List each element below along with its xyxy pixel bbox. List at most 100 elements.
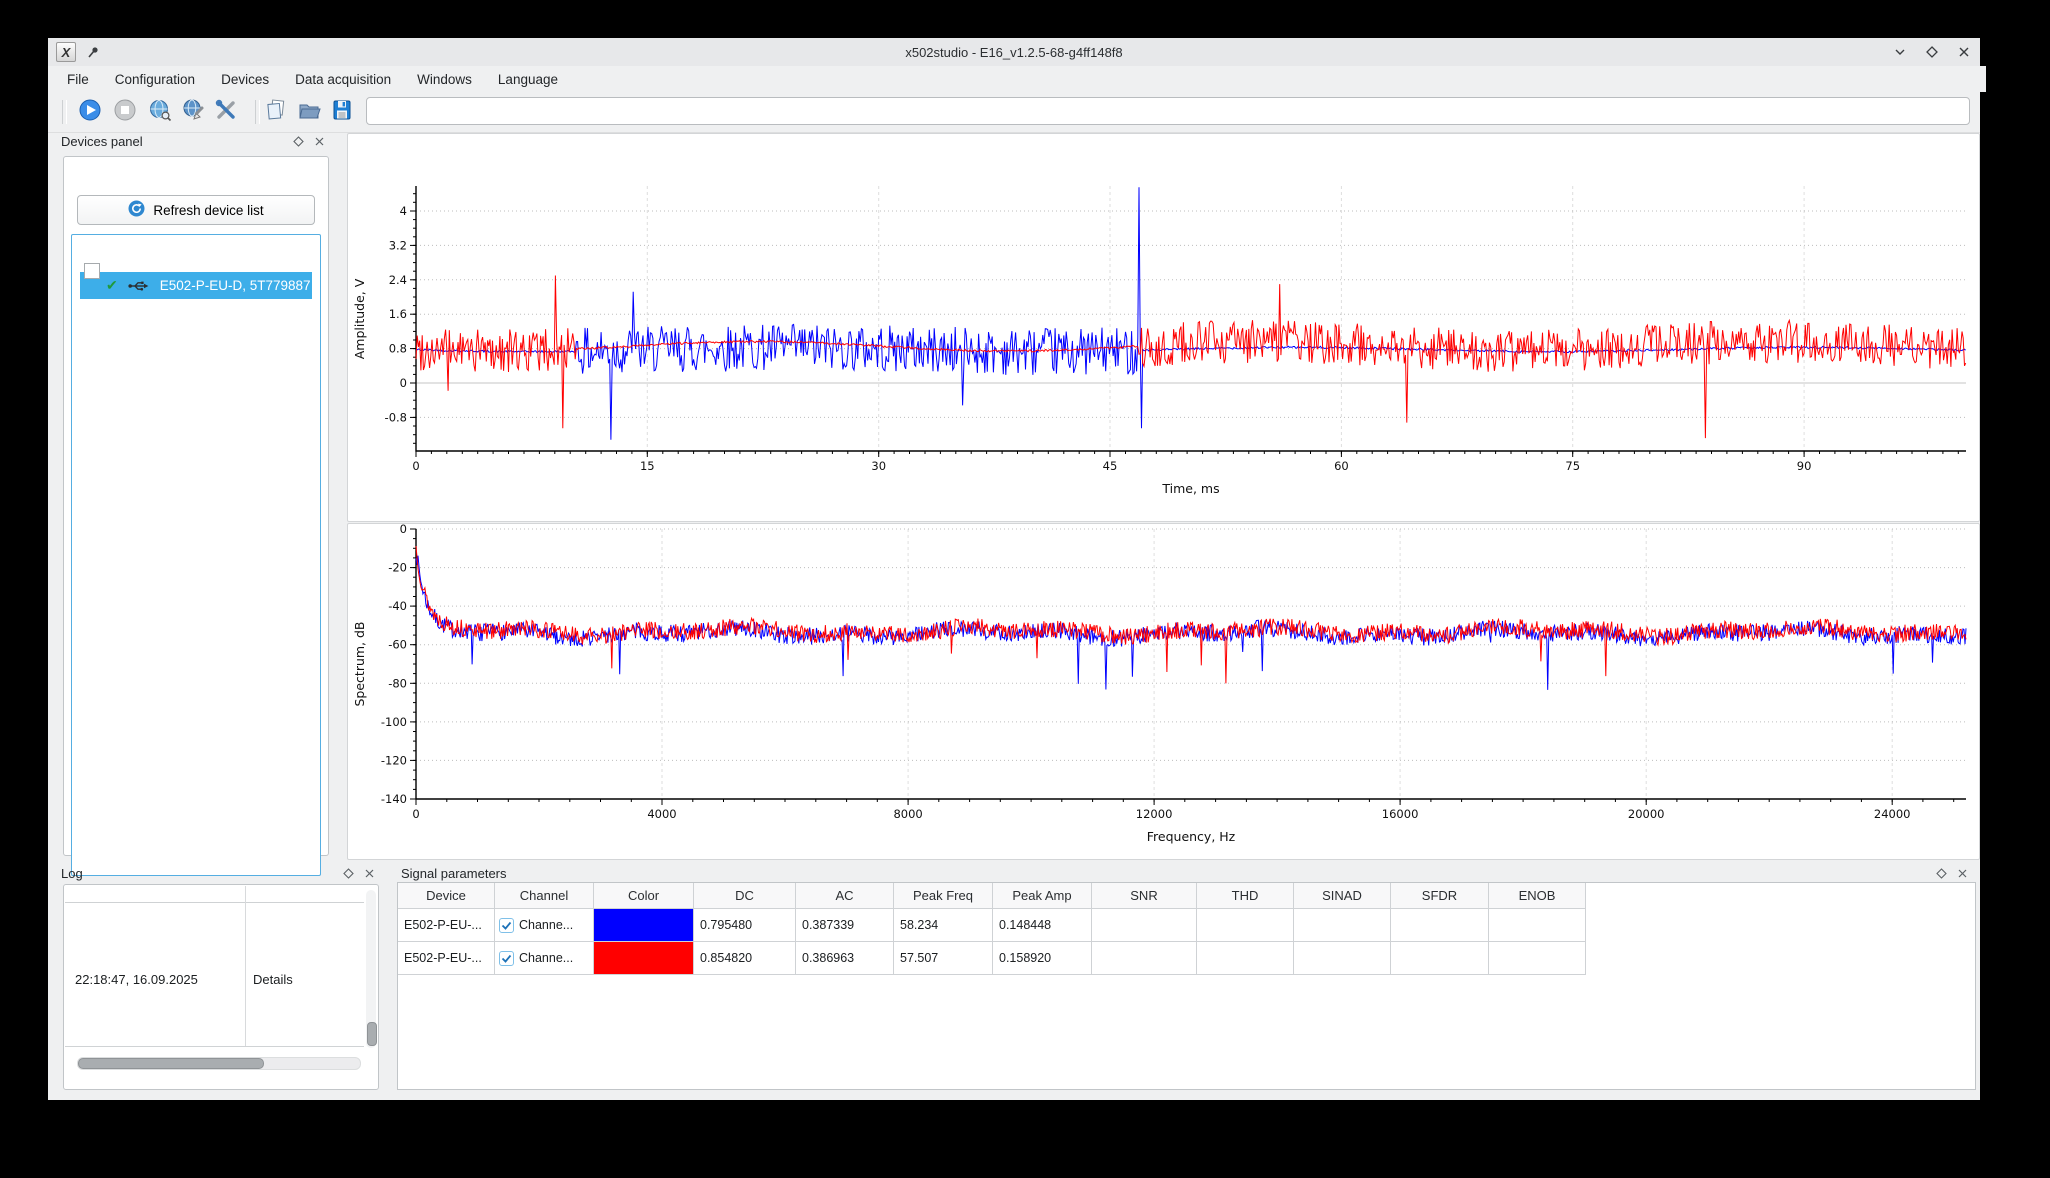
svg-text:-60: -60 (388, 638, 407, 652)
column-header-enob[interactable]: ENOB (1489, 883, 1586, 909)
menu-language[interactable]: Language (485, 68, 571, 91)
cell-color[interactable] (594, 942, 694, 975)
menu-data-acquisition[interactable]: Data acquisition (282, 68, 404, 91)
cell-thd (1197, 909, 1294, 942)
window-title: x502studio - E16_v1.2.5-68-g4ff148f8 (48, 45, 1980, 60)
column-header-ac[interactable]: AC (796, 883, 894, 909)
column-header-color[interactable]: Color (594, 883, 694, 909)
toolbar-handle[interactable] (62, 100, 67, 124)
svg-text:16000: 16000 (1382, 807, 1419, 821)
copy-button[interactable] (263, 99, 289, 125)
stop-button[interactable] (112, 99, 138, 125)
scrollbar-thumb[interactable] (367, 1022, 377, 1046)
column-header-dc[interactable]: DC (694, 883, 796, 909)
menu-devices[interactable]: Devices (208, 68, 282, 91)
cell-sinad (1294, 942, 1391, 975)
open-button[interactable] (296, 99, 322, 125)
cell-peak-freq: 58.234 (894, 909, 993, 942)
column-header-sfdr[interactable]: SFDR (1391, 883, 1489, 909)
float-panel-icon[interactable] (343, 868, 354, 879)
log-row-time[interactable]: 22:18:47, 16.09.2025 (75, 972, 198, 987)
devices-panel: Devices panel Refresh device list ✔ (57, 130, 335, 860)
refresh-device-list-button[interactable]: Refresh device list (77, 195, 315, 225)
cell-color[interactable] (594, 909, 694, 942)
channel-checkbox[interactable] (499, 918, 514, 933)
close-panel-icon[interactable] (1957, 868, 1968, 879)
column-header-sinad[interactable]: SINAD (1294, 883, 1391, 909)
network-globe-button[interactable] (147, 99, 173, 125)
column-header-peak-amp[interactable]: Peak Amp (993, 883, 1092, 909)
menu-configuration[interactable]: Configuration (102, 68, 208, 91)
time-domain-chart[interactable]: 015304560759043.22.41.60.80-0.8Time, msA… (348, 134, 1979, 521)
svg-text:Amplitude, V: Amplitude, V (352, 278, 367, 359)
globe-edit-icon (181, 98, 205, 127)
channel-label: Channe... (519, 951, 573, 965)
close-button[interactable] (1956, 44, 1972, 60)
green-check-icon: ✔ (106, 277, 118, 294)
devices-panel-title: Devices panel (61, 134, 143, 149)
save-button[interactable] (329, 99, 355, 125)
log-horizontal-scrollbar[interactable] (77, 1057, 361, 1070)
globe-edit-button[interactable] (180, 99, 206, 125)
cell-enob (1489, 909, 1586, 942)
usb-icon (128, 280, 150, 292)
minimize-button[interactable] (1892, 44, 1908, 60)
tools-icon (214, 98, 238, 127)
title-bar[interactable]: X x502studio - E16_v1.2.5-68-g4ff148f8 (48, 38, 1980, 67)
log-vertical-scrollbar[interactable] (366, 890, 376, 1048)
channel-color-swatch[interactable] (594, 942, 693, 974)
column-header-peak-freq[interactable]: Peak Freq (894, 883, 993, 909)
toolbar-path-field[interactable] (366, 97, 1970, 125)
cell-device[interactable]: E502-P-EU-... (398, 909, 495, 942)
svg-text:1.6: 1.6 (389, 307, 407, 321)
cell-dc: 0.795480 (694, 909, 796, 942)
svg-text:-100: -100 (381, 715, 407, 729)
close-panel-icon[interactable] (364, 868, 375, 879)
device-label: E502-P-EU-D, 5T779887 (160, 278, 311, 293)
log-row-details[interactable]: Details (253, 972, 293, 987)
float-panel-icon[interactable] (293, 136, 304, 147)
svg-text:15: 15 (640, 459, 655, 473)
stop-icon (113, 98, 137, 127)
menu-windows[interactable]: Windows (404, 68, 485, 91)
svg-text:3.2: 3.2 (389, 238, 407, 252)
scrollbar-thumb[interactable] (78, 1058, 264, 1069)
settings-tools-button[interactable] (213, 99, 239, 125)
start-button[interactable] (77, 99, 103, 125)
svg-text:-20: -20 (388, 561, 407, 575)
svg-text:60: 60 (1334, 459, 1349, 473)
channel-label: Channe... (519, 918, 573, 932)
spectrum-chart[interactable]: 040008000120001600020000240000-20-40-60-… (348, 524, 1979, 859)
close-panel-icon[interactable] (314, 136, 325, 147)
signal-parameters-panel: Signal parameters DeviceChannelColorDCAC… (393, 862, 1978, 1098)
svg-text:45: 45 (1103, 459, 1118, 473)
float-panel-icon[interactable] (1936, 868, 1947, 879)
column-header-thd[interactable]: THD (1197, 883, 1294, 909)
refresh-label: Refresh device list (153, 203, 263, 218)
maximize-button[interactable] (1924, 44, 1940, 60)
svg-text:0: 0 (400, 524, 407, 536)
column-header-snr[interactable]: SNR (1092, 883, 1197, 909)
svg-text:-120: -120 (381, 753, 407, 767)
svg-text:Frequency, Hz: Frequency, Hz (1147, 829, 1236, 844)
menu-file[interactable]: File (54, 68, 102, 91)
cell-device[interactable]: E502-P-EU-... (398, 942, 495, 975)
device-tree[interactable]: ✔ E502-P-EU-D, 5T779887 (71, 234, 321, 876)
log-table[interactable]: 22:18:47, 16.09.2025 Details (65, 886, 364, 1047)
svg-text:4: 4 (400, 204, 407, 218)
floppy-save-icon (330, 98, 354, 127)
column-header-channel[interactable]: Channel (495, 883, 594, 909)
column-header-device[interactable]: Device (398, 883, 495, 909)
svg-text:12000: 12000 (1136, 807, 1173, 821)
svg-text:8000: 8000 (893, 807, 922, 821)
svg-text:-140: -140 (381, 792, 407, 806)
globe-search-icon (148, 98, 172, 127)
svg-text:0: 0 (412, 807, 419, 821)
app-window: X x502studio - E16_v1.2.5-68-g4ff148f8 F… (48, 38, 1980, 1100)
channel-color-swatch[interactable] (594, 909, 693, 941)
svg-text:20000: 20000 (1628, 807, 1665, 821)
tree-expander[interactable] (84, 263, 100, 279)
folder-open-icon (297, 98, 321, 127)
device-item[interactable]: ✔ E502-P-EU-D, 5T779887 (80, 272, 312, 299)
channel-checkbox[interactable] (499, 951, 514, 966)
